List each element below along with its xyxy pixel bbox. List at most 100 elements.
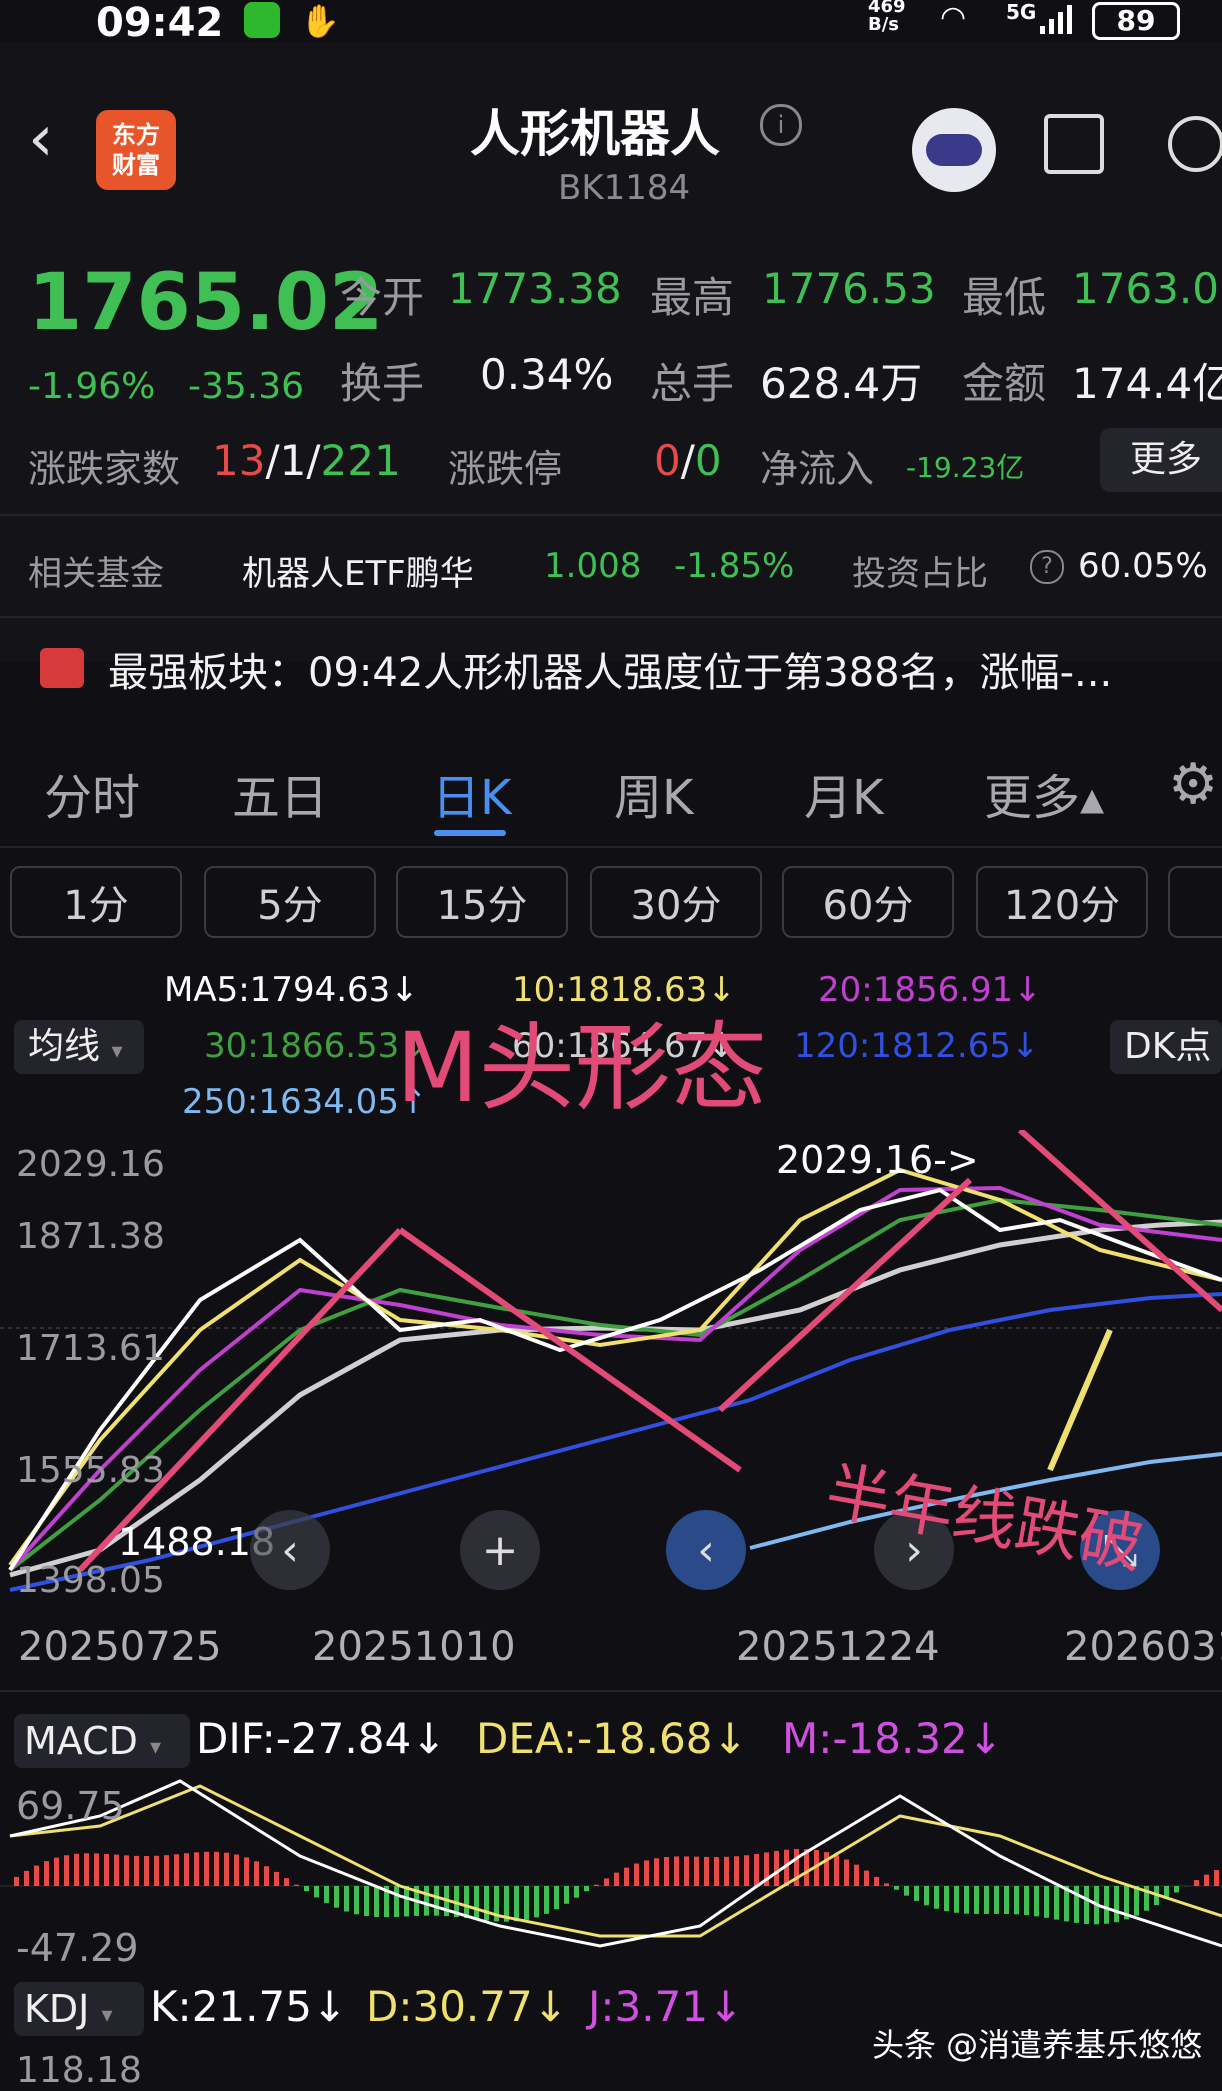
macd-bar [294,1885,299,1886]
macd-bar [974,1886,979,1914]
scroll-left-button[interactable]: ‹ [250,1510,330,1590]
info-icon[interactable]: i [760,104,802,146]
back-arrow-icon[interactable]: ‹ [28,102,54,176]
macd-bar [234,1855,239,1886]
macd-bar [604,1878,609,1886]
macd-bar [964,1886,969,1914]
macd-bar [324,1886,329,1903]
macd-bar [274,1872,279,1886]
fund-label: 相关基金 [28,546,164,595]
macd-bar [864,1871,869,1886]
macd-bar [284,1878,289,1886]
watermark: 头条 @消遣养基乐悠悠 [872,2020,1202,2066]
zoom-in-button[interactable]: + [460,1510,540,1590]
macd-bar [614,1873,619,1886]
macd-bar [724,1857,729,1886]
y-label-mid: 1713.61 [16,1328,165,1369]
macd-bar [144,1856,149,1886]
interval-5min[interactable]: 5分 [204,866,376,938]
dk-point-button[interactable]: DK点 [1110,1020,1222,1074]
interval-60min[interactable]: 60分 [782,866,954,938]
macd-bar [1024,1886,1029,1915]
macd-bar [824,1852,829,1886]
share-icon[interactable] [1044,114,1104,174]
turnover-label: 换手 [340,350,424,411]
dea-line [10,1786,1222,1936]
period-tabs: 分时 五日 日K 周K 月K 更多▴ ⚙ [0,728,1222,848]
fund-change: -1.85% [674,546,794,586]
macd-bar [894,1886,899,1890]
macd-bar [354,1886,359,1914]
status-bar: 09:42 ✋ 469B/s ◠ 5G 89 [0,0,1222,42]
macd-bottom-label: -47.29 [16,1926,139,1970]
macd-bar [64,1855,69,1886]
interval-more[interactable] [1168,866,1222,938]
macd-bar [934,1886,939,1909]
macd-bar [1174,1886,1179,1892]
robot-assistant-icon[interactable] [912,108,996,192]
interval-30min[interactable]: 30分 [590,866,762,938]
macd-bar [204,1852,209,1886]
macd-bar [944,1886,949,1911]
x-label-1: 20250725 [18,1624,222,1670]
macd-bar [304,1886,309,1891]
macd-bar [94,1853,99,1886]
macd-bar [744,1855,749,1886]
macd-bar [954,1886,959,1913]
tab-daily-k[interactable]: 日K [432,758,511,828]
m-head-arrow-2 [400,1230,740,1470]
macd-bar [664,1857,669,1886]
more-button[interactable]: 更多 [1100,428,1222,492]
macd-bar [364,1886,369,1916]
tab-more[interactable]: 更多▴ [984,758,1104,828]
interval-120min[interactable]: 120分 [976,866,1148,938]
clock: 09:42 [96,0,223,46]
macd-chart[interactable]: 69.75 -47.29 [0,1776,1222,1976]
macd-bar [524,1886,529,1920]
macd-bar [654,1858,659,1886]
macd-bar [1004,1886,1009,1914]
page-left-button[interactable]: ‹ [666,1510,746,1590]
macd-bar [1044,1886,1049,1918]
macd-m: M:-18.32↓ [782,1714,1003,1763]
ma-selector[interactable]: 均线 ▾ [14,1020,144,1074]
macd-bar [24,1871,29,1886]
macd-bar [754,1854,759,1886]
macd-bar [904,1886,909,1896]
interval-1min[interactable]: 1分 [10,866,182,938]
kdj-selector[interactable]: KDJ ▾ [14,1982,144,2036]
tab-monthly-k[interactable]: 月K [804,758,883,828]
y-label-4: 1555.83 [16,1450,165,1491]
inflow-value: -19.23亿 [906,446,1024,486]
macd-bar [564,1886,569,1904]
open-label: 今开 [340,264,424,325]
macd-selector[interactable]: MACD ▾ [14,1714,190,1768]
macd-bar [674,1856,679,1886]
tab-minute[interactable]: 分时 [44,758,140,828]
x-label-3: 20251224 [736,1624,940,1670]
macd-bar [154,1856,159,1886]
kdj-k: K:21.75↓ [150,1982,347,2031]
m-head-annotation: M头形态 [396,990,767,1129]
m-head-arrow-3 [720,1180,970,1410]
macd-bar [404,1886,409,1916]
network-type: 5G [1006,0,1036,24]
search-icon[interactable] [1168,116,1222,172]
macd-bar [484,1886,489,1920]
x-label-4: 20260311 [1064,1624,1222,1670]
tab-weekly-k[interactable]: 周K [614,758,693,828]
turnover-value: 0.34% [480,350,613,399]
fund-name[interactable]: 机器人ETF鹏华 [242,546,474,595]
tab-five-day[interactable]: 五日 [232,758,328,828]
macd-bar [1014,1886,1019,1914]
help-icon[interactable]: ? [1030,550,1064,584]
macd-bar [514,1886,519,1921]
macd-bar [1084,1886,1089,1924]
y-label-bottom: 1398.05 [16,1560,165,1601]
macd-bar [734,1856,739,1886]
updown-label: 涨跌家数 [28,438,180,493]
settings-gear-icon[interactable]: ⚙ [1168,752,1218,817]
news-ticker[interactable]: 最强板块：09:42人形机器人强度位于第388名，涨幅-... [108,640,1112,698]
interval-15min[interactable]: 15分 [396,866,568,938]
macd-bar [344,1886,349,1911]
